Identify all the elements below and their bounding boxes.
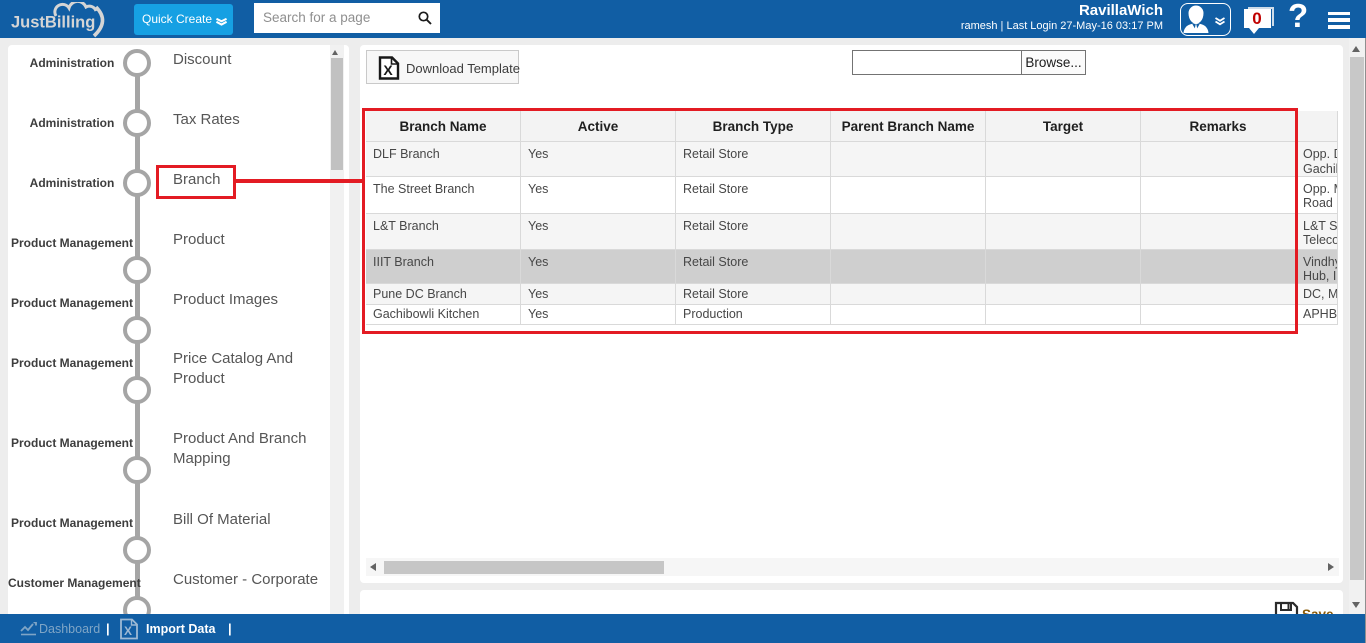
svg-text:X: X	[383, 62, 393, 78]
svg-text:0: 0	[1252, 9, 1261, 28]
svg-text:JustBilling: JustBilling	[11, 14, 95, 32]
svg-text:X: X	[124, 624, 132, 638]
